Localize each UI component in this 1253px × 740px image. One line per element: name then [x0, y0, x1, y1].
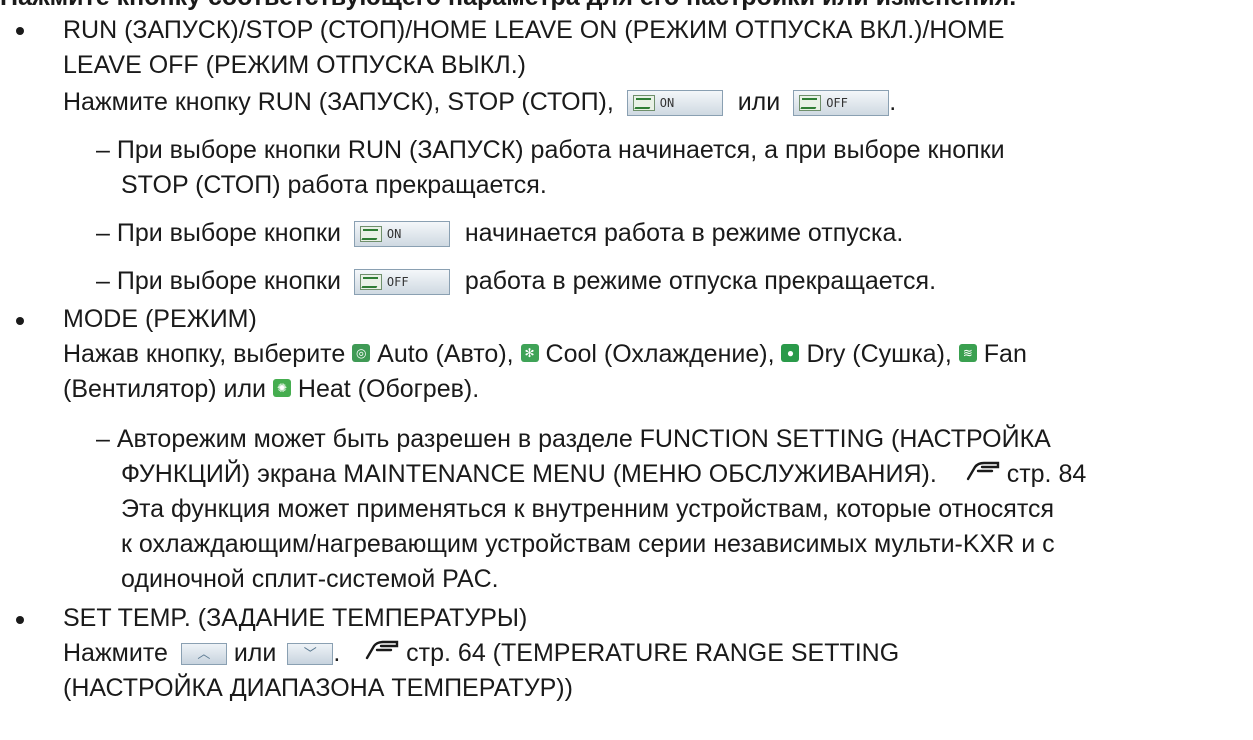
run-sub1-line2: STOP (СТОП) работа прекращается.: [121, 171, 547, 199]
or-text: или: [737, 88, 781, 116]
home-leave-on-button: ON: [353, 221, 450, 248]
mode-title: MODE (РЕЖИМ): [63, 305, 257, 333]
home-leave-icon: [632, 95, 655, 112]
home-leave-off-button: OFF: [793, 90, 890, 117]
home-leave-icon: [359, 226, 382, 243]
temp-up-button: ︿: [180, 643, 227, 666]
run-press-line: Нажмите кнопку RUN (ЗАПУСК), STOP (СТОП)…: [63, 88, 897, 117]
cool-mode-icon: ✻: [520, 344, 539, 363]
home-leave-on-button: ON: [626, 90, 723, 117]
dry-mode-icon: ●: [781, 344, 800, 363]
temp-press-line: Нажмите ︿ или ﹀. стр. 64 (TEMPERATURE RA…: [63, 637, 900, 667]
bullet-run: [16, 27, 24, 35]
bullet-temp: [16, 616, 24, 624]
run-sub1-line1: – При выборе кнопки RUN (ЗАПУСК) работа …: [96, 136, 1005, 164]
run-title-line2: LEAVE OFF (РЕЖИМ ОТПУСКА ВЫКЛ.): [63, 51, 526, 79]
run-sub2-line: – При выборе кнопки ON начинается работа…: [96, 219, 904, 248]
pointing-hand-icon: [966, 458, 1000, 488]
pointing-hand-icon: [365, 637, 399, 667]
run-title-line1: RUN (ЗАПУСК)/STOP (СТОП)/HOME LEAVE ON (…: [63, 16, 1005, 44]
mode-note-line2: ФУНКЦИЙ) экрана MAINTENANCE MENU (МЕНЮ О…: [121, 458, 1087, 488]
mode-note-line1: – Авторежим может быть разрешен в раздел…: [96, 425, 1051, 453]
temp-ref-line2: (НАСТРОЙКА ДИАПАЗОНА ТЕМПЕРАТУР)): [63, 674, 573, 702]
home-leave-icon: [359, 274, 382, 291]
home-leave-off-button: OFF: [353, 269, 450, 296]
temp-title: SET TEMP. (ЗАДАНИЕ ТЕМПЕРАТУРЫ): [63, 604, 528, 632]
mode-note-line4: к охлаждающим/нагревающим устройствам се…: [121, 530, 1055, 558]
mode-note-line3: Эта функция может применяться к внутренн…: [121, 495, 1055, 523]
heat-mode-icon: ✺: [272, 379, 291, 398]
mode-line1: Нажав кнопку, выберите ◎ Auto (Авто), ✻ …: [63, 340, 1027, 368]
auto-mode-icon: ◎: [352, 344, 371, 363]
cut-off-heading: Нажмите кнопку соответствующего параметр…: [0, 0, 1016, 12]
run-press-text: Нажмите кнопку RUN (ЗАПУСК), STOP (СТОП)…: [63, 88, 614, 116]
mode-note-line5: одиночной сплит-системой PAC.: [121, 565, 499, 593]
fan-mode-icon: ≋: [958, 344, 977, 363]
mode-line2: (Вентилятор) или ✺ Heat (Обогрев).: [63, 375, 480, 403]
temp-down-button: ﹀: [287, 643, 334, 666]
run-sub3-line: – При выборе кнопки OFF работа в режиме …: [96, 267, 937, 296]
bullet-mode: [16, 317, 24, 325]
home-leave-icon: [799, 95, 822, 112]
